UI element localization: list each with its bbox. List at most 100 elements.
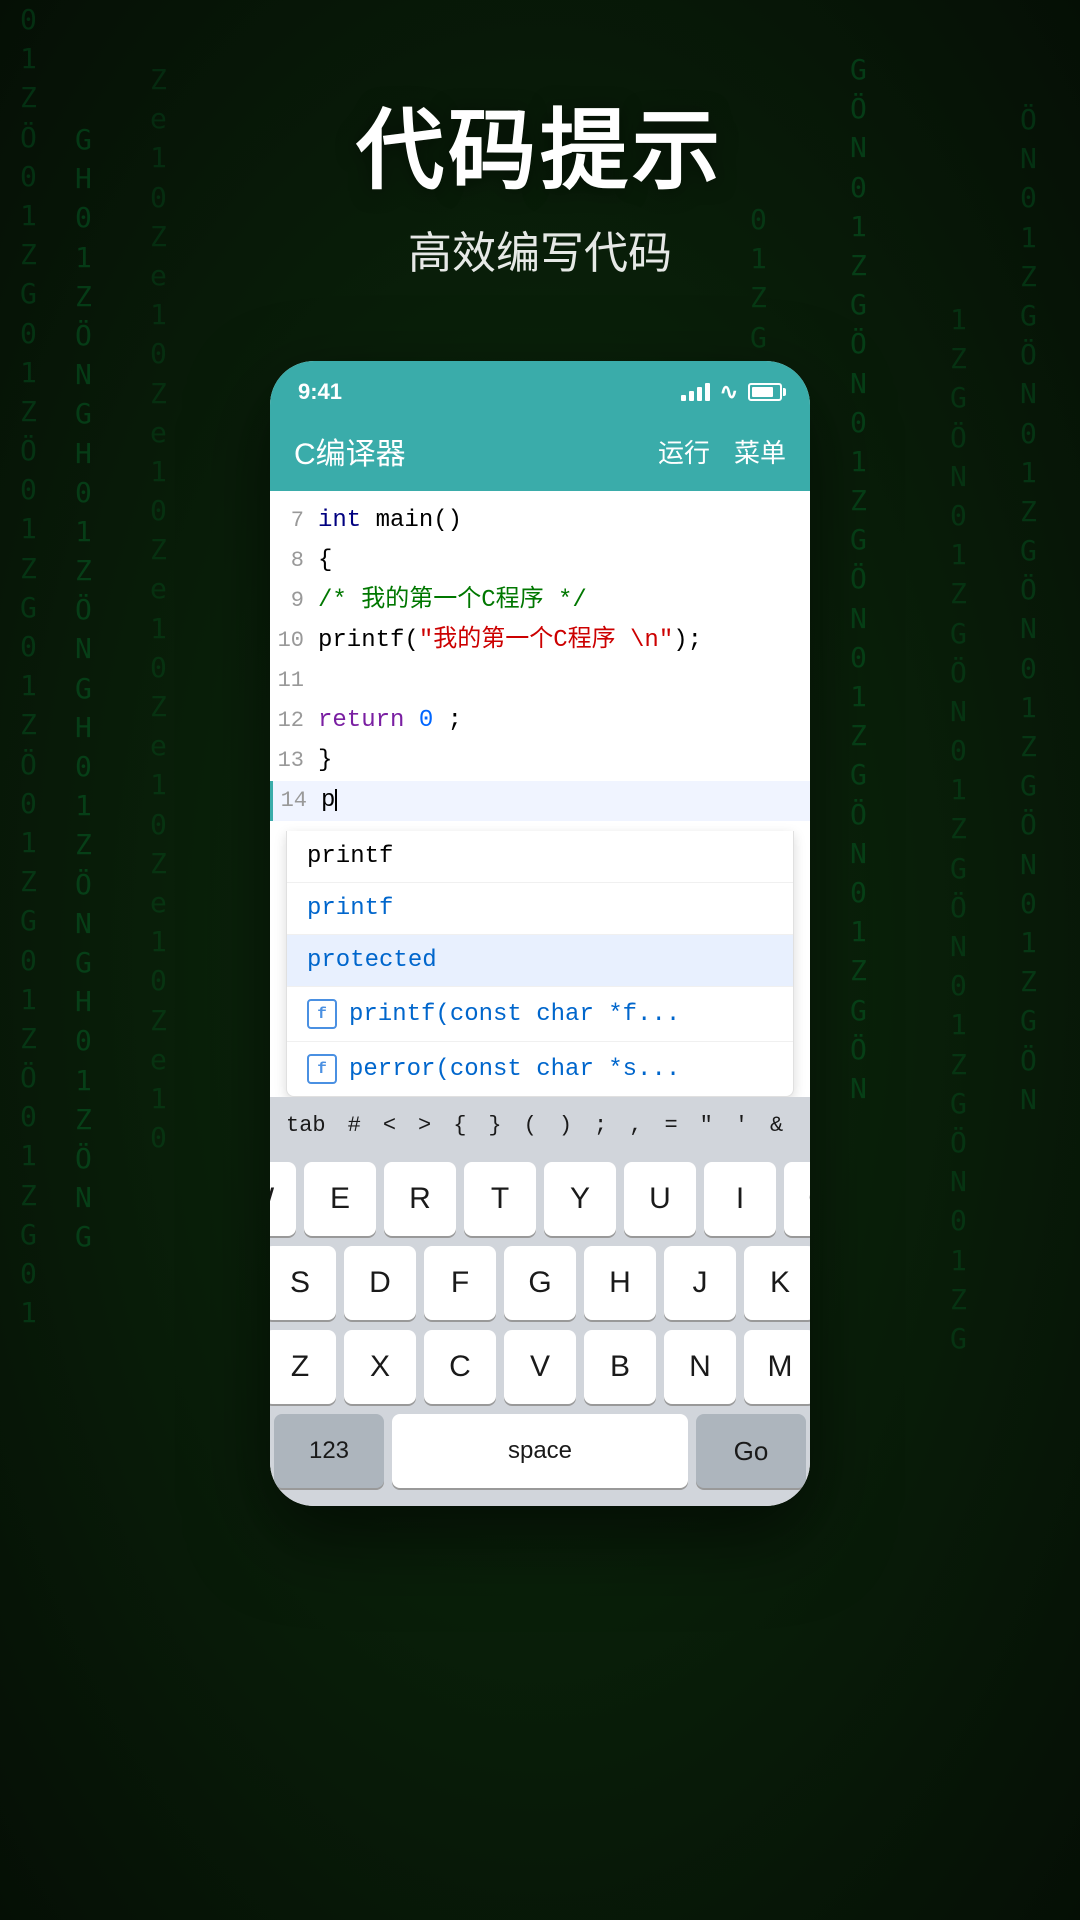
key-rparen[interactable]: ) <box>551 1107 580 1144</box>
line-num-8: 8 <box>270 544 318 577</box>
key-t[interactable]: T <box>464 1162 536 1236</box>
line-num-7: 7 <box>270 504 318 537</box>
menu-button[interactable]: 菜单 <box>734 433 786 470</box>
code-line-12: 12 return 0 ; <box>270 701 810 741</box>
keyboard-row-3: Z X C V B N M <box>274 1330 806 1404</box>
signal-bar-2 <box>689 391 694 401</box>
wifi-icon: ∿ <box>720 379 738 405</box>
keyboard-row-1: Q W E R T Y U I O P <box>274 1162 806 1236</box>
key-hash[interactable]: # <box>340 1107 369 1144</box>
key-comma[interactable]: , <box>621 1107 650 1144</box>
key-j[interactable]: J <box>664 1246 736 1320</box>
run-button[interactable]: 运行 <box>658 433 710 470</box>
keyboard-row-2: A S D F G H J K L <box>274 1246 806 1320</box>
app-actions: 运行 菜单 <box>658 433 786 470</box>
line-num-11: 11 <box>270 664 318 697</box>
key-c[interactable]: C <box>424 1330 496 1404</box>
code-content-11 <box>318 663 810 699</box>
status-bar: 9:41 ∿ <box>270 361 810 415</box>
key-m[interactable]: M <box>744 1330 810 1404</box>
line-num-13: 13 <box>270 744 318 777</box>
autocomplete-item-printf-blue[interactable]: printf <box>287 883 793 935</box>
code-content-13: } <box>318 743 810 779</box>
code-content-12: return 0 ; <box>318 703 810 739</box>
signal-bar-4 <box>705 383 710 401</box>
autocomplete-item-printf-plain[interactable]: printf <box>287 831 793 883</box>
key-lt[interactable]: < <box>375 1107 404 1144</box>
line-num-14: 14 <box>273 784 321 817</box>
key-numbers[interactable]: 123 <box>274 1414 384 1488</box>
key-e[interactable]: E <box>304 1162 376 1236</box>
autocomplete-panel: printf printf protected f printf(const c… <box>286 831 794 1097</box>
code-line-11: 11 <box>270 661 810 701</box>
code-line-10: 10 printf("我的第一个C程序 \n"); <box>270 621 810 661</box>
code-content-10: printf("我的第一个C程序 \n"); <box>318 623 810 659</box>
key-w[interactable]: W <box>270 1162 296 1236</box>
key-rbrace[interactable]: } <box>480 1107 509 1144</box>
line-num-12: 12 <box>270 704 318 737</box>
phone-mockup: 9:41 ∿ C编译器 运行 菜单 <box>270 361 810 1506</box>
key-z[interactable]: Z <box>270 1330 336 1404</box>
signal-bar-1 <box>681 395 686 401</box>
autocomplete-item-printf-func[interactable]: f printf(const char *f... <box>287 987 793 1042</box>
function-icon-perror: f <box>307 1054 337 1084</box>
key-k[interactable]: K <box>744 1246 810 1320</box>
key-ampersand[interactable]: & <box>762 1107 791 1144</box>
key-y[interactable]: Y <box>544 1162 616 1236</box>
app-header: C编译器 运行 菜单 <box>270 415 810 491</box>
key-squote[interactable]: ' <box>727 1107 756 1144</box>
key-g[interactable]: G <box>504 1246 576 1320</box>
text-cursor <box>335 789 337 811</box>
key-f[interactable]: F <box>424 1246 496 1320</box>
key-equals[interactable]: = <box>656 1107 685 1144</box>
header-section: 代码提示 高效编写代码 <box>356 80 724 281</box>
code-content-8: { <box>318 543 810 579</box>
key-b[interactable]: B <box>584 1330 656 1404</box>
signal-bar-3 <box>697 387 702 401</box>
key-i[interactable]: I <box>704 1162 776 1236</box>
line-num-10: 10 <box>270 624 318 657</box>
code-line-14: 14 p <box>270 781 810 821</box>
key-d[interactable]: D <box>344 1246 416 1320</box>
key-u[interactable]: U <box>624 1162 696 1236</box>
key-o[interactable]: O <box>784 1162 810 1236</box>
app-title: C编译器 <box>294 429 406 473</box>
code-content-9: /* 我的第一个C程序 */ <box>318 583 810 619</box>
key-lparen[interactable]: ( <box>516 1107 545 1144</box>
key-lbrace[interactable]: { <box>445 1107 474 1144</box>
key-go[interactable]: Go <box>696 1414 806 1488</box>
code-content-7: int main() <box>318 503 810 539</box>
main-title: 代码提示 <box>356 80 724 207</box>
code-line-7: 7 int main() <box>270 501 810 541</box>
key-n[interactable]: N <box>664 1330 736 1404</box>
autocomplete-item-protected[interactable]: protected <box>287 935 793 987</box>
battery-icon <box>748 383 782 401</box>
code-line-13: 13 } <box>270 741 810 781</box>
line-num-9: 9 <box>270 584 318 617</box>
function-icon-printf: f <box>307 999 337 1029</box>
keyboard-row-bottom: 123 space Go <box>274 1414 806 1488</box>
key-h[interactable]: H <box>584 1246 656 1320</box>
key-r[interactable]: R <box>384 1162 456 1236</box>
key-space[interactable]: space <box>392 1414 688 1488</box>
keyword-int: int <box>318 507 361 534</box>
autocomplete-item-perror-func[interactable]: f perror(const char *s... <box>287 1042 793 1096</box>
status-time: 9:41 <box>298 379 342 405</box>
key-s[interactable]: S <box>270 1246 336 1320</box>
key-x[interactable]: X <box>344 1330 416 1404</box>
key-v[interactable]: V <box>504 1330 576 1404</box>
code-line-9: 9 /* 我的第一个C程序 */ <box>270 581 810 621</box>
key-dquote[interactable]: " <box>692 1107 721 1144</box>
keyboard-special-row: tab # < > { } ( ) ; , = " ' & | <box>270 1097 810 1154</box>
key-gt[interactable]: > <box>410 1107 439 1144</box>
page-content: 代码提示 高效编写代码 9:41 ∿ C编译器 <box>0 0 1080 1920</box>
key-semicolon[interactable]: ; <box>586 1107 615 1144</box>
sub-title: 高效编写代码 <box>356 217 724 281</box>
code-editor[interactable]: 7 int main() 8 { 9 /* 我的第一个C程序 */ 10 <box>270 491 810 831</box>
code-line-8: 8 { <box>270 541 810 581</box>
key-tab[interactable]: tab <box>278 1107 334 1144</box>
battery-fill <box>752 387 773 397</box>
key-pipe[interactable]: | <box>797 1107 810 1144</box>
code-content-14: p <box>321 783 810 819</box>
keyboard-main: Q W E R T Y U I O P A S D F G H J K <box>270 1154 810 1506</box>
